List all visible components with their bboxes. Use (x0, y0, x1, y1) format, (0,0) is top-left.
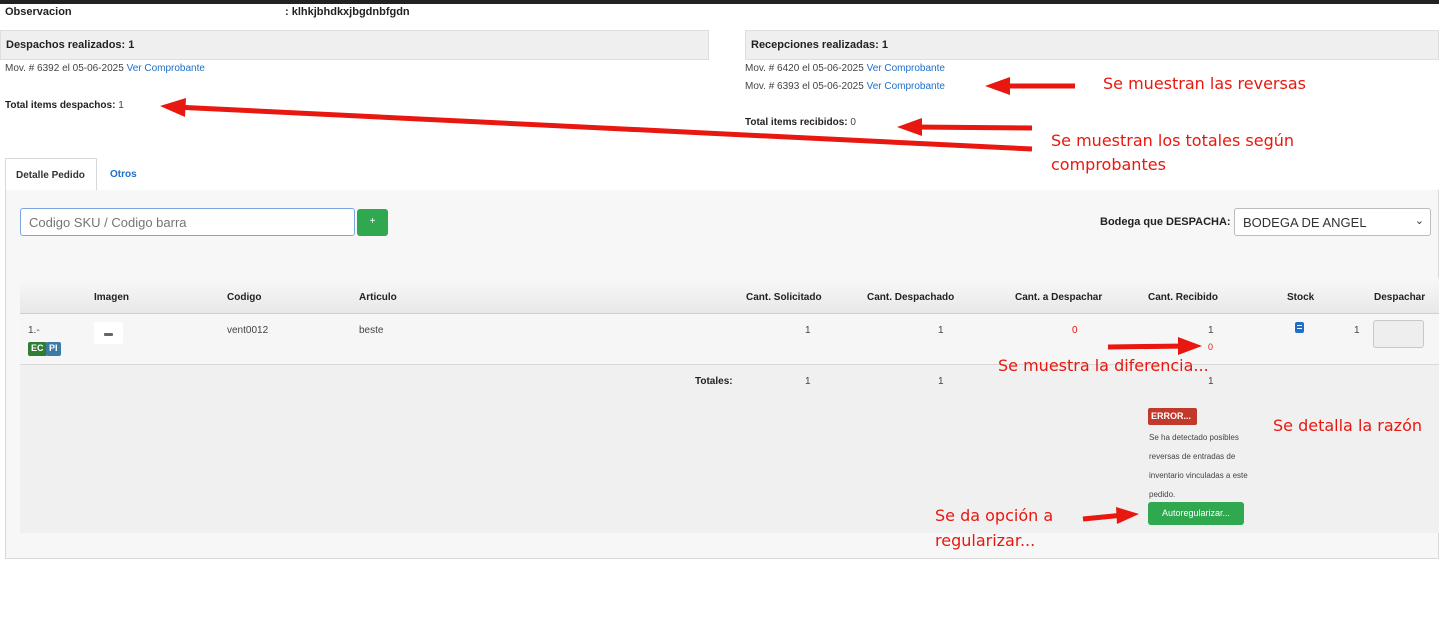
arrow-recibidos (911, 124, 1033, 131)
bodega-selected-value: BODEGA DE ANGEL (1243, 215, 1367, 230)
top-bar (0, 0, 1439, 4)
col-articulo: Articulo (359, 292, 397, 303)
row-articulo: beste (359, 325, 384, 336)
annotation-reversas: Se muestran las reversas (1103, 74, 1306, 93)
error-message: Se ha detectado posibles reversas de ent… (1149, 433, 1248, 499)
col-stock: Stock (1287, 292, 1315, 303)
bodega-label: Bodega que DESPACHA: (1100, 216, 1231, 228)
row-codigo: vent0012 (227, 325, 269, 336)
annotation-opcion-1: Se da opción a (935, 506, 1054, 525)
recepcion-ver-comprobante-link[interactable]: Ver Comprobante (867, 63, 945, 74)
row-index: 1.- (28, 325, 40, 336)
despachar-input[interactable] (1373, 320, 1424, 348)
recepcion-ver-comprobante-link[interactable]: Ver Comprobante (867, 81, 945, 92)
row-despachado: 1 (938, 325, 944, 336)
arrow-recibidos-head (897, 118, 922, 136)
despachos-total: Total items despachos: 1 (5, 100, 124, 111)
autoregularizar-button[interactable]: Autoregularizar... (1148, 502, 1244, 525)
hat-icon (104, 333, 113, 336)
row-recibido: 1 (1208, 325, 1214, 336)
totales-despachado: 1 (938, 376, 944, 387)
annotation-opcion-2: regularizar... (935, 531, 1036, 550)
add-sku-button[interactable]: + (357, 209, 388, 236)
despachos-total-label: Total items despachos: (5, 100, 116, 111)
col-codigo: Codigo (227, 292, 262, 303)
chevron-down-icon: ⌄ (1414, 215, 1424, 227)
col-solicitado: Cant. Solicitado (746, 292, 822, 303)
recepciones-title: Recepciones realizadas: 1 (751, 39, 888, 51)
row-stock-value: 1 (1354, 325, 1360, 336)
despacho-ver-comprobante-link[interactable]: Ver Comprobante (127, 63, 205, 74)
error-badge: ERROR... (1148, 408, 1197, 425)
despachos-title: Despachos realizados: 1 (6, 39, 135, 51)
col-imagen: Imagen (94, 292, 130, 303)
observacion-value: : klhkjbhdkxjbgdnbfgdn (285, 6, 410, 18)
annotation-diferencia: Se muestra la diferencia... (998, 356, 1209, 375)
annotation-totales-1: Se muestran los totales según (1051, 131, 1294, 150)
arrow-despachos (174, 104, 1033, 152)
recepcion-mov-1: Mov. # 6420 el 05-06-2025 Ver Comprobant… (745, 63, 945, 74)
despachos-total-value: 1 (118, 100, 124, 111)
stock-doc-icon[interactable] (1295, 322, 1304, 333)
arrow-despachos-head (160, 98, 186, 117)
annotation-razon: Se detalla la razón (1273, 416, 1422, 435)
col-recibido: Cant. Recibido (1148, 292, 1219, 303)
product-image[interactable] (94, 322, 123, 344)
table-row (20, 314, 1439, 365)
arrow-reversas-head (985, 77, 1010, 95)
bodega-select[interactable]: BODEGA DE ANGEL ⌄ (1234, 208, 1431, 236)
badge-ec: EC (28, 342, 47, 356)
despacho-mov: Mov. # 6392 el 05-06-2025 Ver Comprobant… (5, 63, 205, 74)
row-solicitado: 1 (805, 325, 811, 336)
row-a-despachar: 0 (1072, 325, 1078, 336)
col-despachar: Despachar (1374, 292, 1426, 303)
annotation-totales-2: comprobantes (1051, 155, 1166, 174)
observacion-label: Observacion (5, 6, 72, 18)
tab-otros[interactable]: Otros (100, 158, 147, 191)
despacho-mov-text: Mov. # 6392 el 05-06-2025 (5, 63, 124, 74)
recepcion-mov-text: Mov. # 6420 el 05-06-2025 (745, 63, 864, 74)
recepciones-header: Recepciones realizadas: 1 (745, 30, 1439, 60)
badge-pi: PI (46, 342, 61, 356)
recepciones-total-value: 0 (850, 117, 856, 128)
totales-label: Totales: (695, 376, 733, 387)
recepcion-mov-2: Mov. # 6393 el 05-06-2025 Ver Comprobant… (745, 81, 945, 92)
col-a-despachar: Cant. a Despachar (1015, 292, 1103, 303)
recepciones-total-label: Total items recibidos: (745, 117, 848, 128)
tab-detalle-pedido[interactable]: Detalle Pedido (5, 158, 97, 191)
despachos-header: Despachos realizados: 1 (0, 30, 709, 60)
totales-recibido: 1 (1208, 376, 1214, 387)
sku-search-input[interactable] (20, 208, 355, 236)
row-recibido-diff: 0 (1208, 342, 1214, 352)
recepcion-mov-text: Mov. # 6393 el 05-06-2025 (745, 81, 864, 92)
totales-solicitado: 1 (805, 376, 811, 387)
recepciones-total: Total items recibidos: 0 (745, 117, 856, 128)
col-despachado: Cant. Despachado (867, 292, 955, 303)
